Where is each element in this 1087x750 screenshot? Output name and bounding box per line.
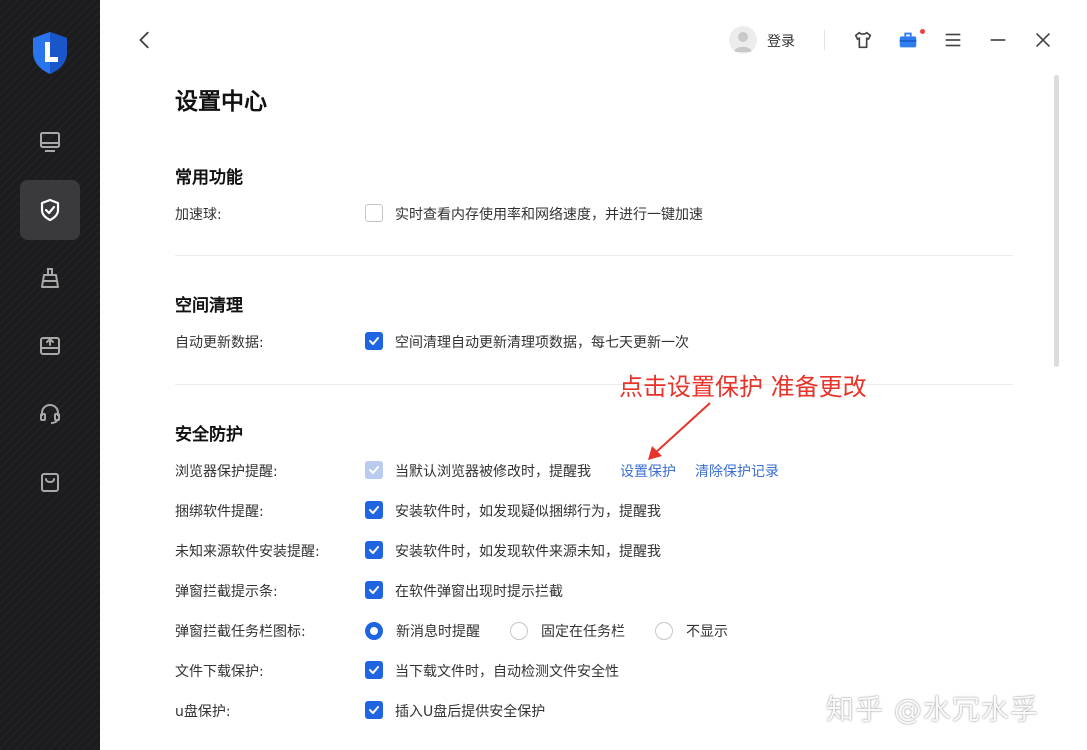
- monitor-icon: [40, 132, 60, 152]
- browser-protect-desc: 当默认浏览器被修改时，提醒我: [395, 464, 591, 480]
- popup-bar-label: 弹窗拦截提示条:: [175, 584, 278, 600]
- bundle-alert-checkbox[interactable]: [365, 501, 383, 519]
- radio-new-message-label: 新消息时提醒: [396, 624, 480, 640]
- accelerator-label: 加速球:: [175, 207, 222, 223]
- check-icon: [369, 666, 379, 674]
- sidebar-item-computer[interactable]: [20, 112, 80, 172]
- notification-dot: [920, 29, 925, 34]
- browser-protect-checkbox: [365, 461, 383, 479]
- unknown-source-label: 未知来源软件安装提醒:: [175, 544, 320, 560]
- back-button[interactable]: [133, 28, 157, 52]
- popup-taskbar-label: 弹窗拦截任务栏图标:: [175, 624, 306, 640]
- sidebar-item-support[interactable]: [20, 384, 80, 444]
- sidebar-item-security[interactable]: [20, 180, 80, 240]
- minimize-button[interactable]: [986, 28, 1010, 52]
- browser-protect-label: 浏览器保护提醒:: [175, 464, 278, 480]
- popup-bar-checkbox[interactable]: [365, 581, 383, 599]
- minimize-icon: [990, 39, 1006, 41]
- bag-icon: [41, 473, 59, 492]
- auto-update-desc: 空间清理自动更新清理项数据，每七天更新一次: [395, 335, 689, 351]
- sidebar-item-drive[interactable]: [20, 316, 80, 376]
- skin-button[interactable]: [851, 28, 875, 52]
- page-title: 设置中心: [175, 89, 267, 115]
- usb-protect-label: u盘保护:: [175, 704, 231, 720]
- toolbox-icon: [899, 32, 917, 48]
- shirt-icon: [854, 31, 872, 49]
- accelerator-checkbox[interactable]: [365, 204, 383, 222]
- popup-bar-desc: 在软件弹窗出现时提示拦截: [395, 584, 563, 600]
- drive-icon: [40, 337, 60, 355]
- check-icon: [369, 337, 379, 345]
- bundle-alert-label: 捆绑软件提醒:: [175, 504, 264, 520]
- close-icon: [1035, 32, 1051, 48]
- avatar-icon: [734, 32, 752, 52]
- headset-icon: [40, 403, 60, 424]
- usb-protect-checkbox[interactable]: [365, 701, 383, 719]
- radio-hide-label: 不显示: [686, 624, 728, 640]
- annotation-arrow-icon: [648, 402, 711, 460]
- watermark: 知乎 @水冗水孚: [826, 693, 1039, 726]
- unknown-source-checkbox[interactable]: [365, 541, 383, 559]
- check-icon: [369, 706, 379, 714]
- menu-icon: [945, 33, 961, 47]
- auto-update-label: 自动更新数据:: [175, 335, 264, 351]
- unknown-source-desc: 安装软件时，如发现软件来源未知，提醒我: [395, 544, 661, 560]
- radio-pin-taskbar[interactable]: [510, 622, 528, 640]
- radio-pin-taskbar-label: 固定在任务栏: [541, 624, 625, 640]
- toolbox-button[interactable]: [896, 28, 920, 52]
- menu-button[interactable]: [941, 28, 965, 52]
- sidebar-item-store[interactable]: [20, 452, 80, 512]
- avatar[interactable]: [729, 26, 757, 54]
- auto-update-checkbox[interactable]: [365, 332, 383, 350]
- section-divider: [175, 384, 1013, 385]
- check-icon: [369, 466, 379, 474]
- accelerator-desc: 实时查看内存使用率和网络速度，并进行一键加速: [395, 207, 703, 223]
- set-protection-link[interactable]: 设置保护: [620, 461, 676, 481]
- shield-check-icon: [40, 198, 60, 222]
- download-protect-label: 文件下载保护:: [175, 664, 264, 680]
- close-button[interactable]: [1031, 28, 1055, 52]
- check-icon: [369, 586, 379, 594]
- radio-new-message[interactable]: [365, 622, 383, 640]
- section-title-common: 常用功能: [175, 168, 243, 188]
- sidebar-item-cleanup[interactable]: [20, 248, 80, 308]
- login-link[interactable]: 登录: [767, 31, 795, 51]
- topbar-divider: [824, 30, 825, 50]
- scrollbar-thumb[interactable]: [1054, 75, 1059, 367]
- download-protect-checkbox[interactable]: [365, 661, 383, 679]
- section-title-cleanup: 空间清理: [175, 296, 243, 316]
- radio-hide[interactable]: [655, 622, 673, 640]
- section-title-security: 安全防护: [175, 425, 243, 445]
- logo-shield-icon: [29, 30, 71, 76]
- check-icon: [369, 546, 379, 554]
- annotation-text: 点击设置保护 准备更改: [619, 373, 867, 401]
- sidebar: [0, 0, 100, 750]
- bundle-alert-desc: 安装软件时，如发现疑似捆绑行为，提醒我: [395, 504, 661, 520]
- clear-protection-link[interactable]: 清除保护记录: [695, 461, 779, 481]
- usb-protect-desc: 插入U盘后提供安全保护: [395, 704, 546, 720]
- section-divider: [175, 255, 1013, 256]
- back-chevron-icon: [139, 31, 149, 49]
- check-icon: [369, 506, 379, 514]
- broom-icon: [41, 268, 59, 288]
- download-protect-desc: 当下载文件时，自动检测文件安全性: [395, 664, 619, 680]
